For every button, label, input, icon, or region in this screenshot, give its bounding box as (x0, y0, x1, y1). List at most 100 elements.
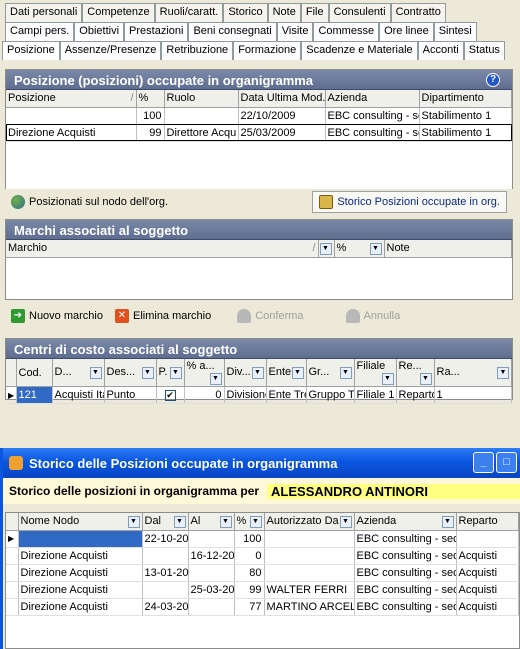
history-label: Storico delle posizioni in organigramma … (9, 484, 260, 498)
tab-formazione[interactable]: Formazione (233, 41, 302, 60)
filter-dropdown-icon[interactable]: ▼ (369, 242, 382, 255)
col-filiale[interactable]: Filiale ▼ (354, 359, 397, 387)
maximize-icon[interactable]: □ (496, 452, 517, 473)
tab-posizione[interactable]: Posizione (2, 41, 60, 60)
confirm-button[interactable]: Conferma (231, 307, 309, 325)
table-row[interactable]: Direzione Acquisti 13-01-20 80 EBC consu… (6, 564, 519, 582)
col-cod[interactable]: Cod. (16, 359, 53, 387)
table-row[interactable]: ▶ 121 Acquisti Ita Punto ✔ 0 Divisione E… (6, 386, 512, 404)
filter-dropdown-icon[interactable]: ▼ (249, 515, 262, 528)
tab-commesse[interactable]: Commesse (313, 22, 380, 41)
tab-campi-pers[interactable]: Campi pers. (5, 22, 75, 41)
filter-dropdown-icon[interactable]: ▼ (441, 515, 454, 528)
col-note[interactable]: Note (384, 240, 512, 258)
col-div[interactable]: Div... ▼ (224, 359, 267, 387)
table-row[interactable]: Direzione Acquisti 24-03-20 77 MARTINO A… (6, 598, 519, 616)
filter-dropdown-icon[interactable]: ▼ (319, 242, 332, 255)
col-ra[interactable]: Ra... ▼ (434, 359, 512, 387)
col-hist-percent[interactable]: % ▼ (234, 513, 265, 531)
col-d[interactable]: D... ▼ (52, 359, 105, 387)
filter-dropdown-icon[interactable]: ▼ (339, 367, 352, 379)
new-brand-button[interactable]: ➜ Nuovo marchio (5, 307, 109, 325)
filter-dropdown-icon[interactable]: ▼ (339, 515, 352, 528)
tab-file[interactable]: File (300, 3, 329, 22)
col-percent[interactable]: % (136, 90, 165, 108)
tab-scadenze-e-materiale[interactable]: Scadenze e Materiale (301, 41, 418, 60)
filter-dropdown-icon[interactable]: ▼ (209, 373, 222, 385)
history-window-titlebar[interactable]: Storico delle Posizioni occupate in orga… (3, 448, 520, 478)
tab-sintesi[interactable]: Sintesi (433, 22, 477, 41)
table-row[interactable]: Direzione Acquisti 16-12-20 0 EBC consul… (6, 547, 519, 565)
col-ente[interactable]: Ente ▼ (266, 359, 307, 387)
col-ruolo[interactable]: Ruolo (164, 90, 239, 108)
position-node-button[interactable]: Posizionati sul nodo dell'org. (5, 193, 174, 211)
tab-beni-consegnati[interactable]: Beni consegnati (188, 22, 277, 41)
col-marchio[interactable]: Marchio / (6, 240, 319, 258)
col-dal[interactable]: Dal ▼ (142, 513, 189, 531)
tab-prestazioni[interactable]: Prestazioni (124, 22, 189, 41)
tab-retribuzione[interactable]: Retribuzione (161, 41, 234, 60)
person-name: ALESSANDRO ANTINORI (267, 483, 520, 499)
table-row-selected[interactable]: Direzione Acquisti 99 Direttore Acqu 25/… (6, 124, 512, 142)
tab-competenze[interactable]: Competenze (82, 3, 155, 22)
table-row[interactable]: 100 22/10/2009 EBC consulting - se Stabi… (6, 107, 512, 125)
checkbox[interactable]: ✔ (156, 386, 185, 404)
cancel-button[interactable]: Annulla (340, 307, 407, 325)
col-p[interactable]: P. ▼ (156, 359, 185, 387)
col-gr[interactable]: Gr... ▼ (306, 359, 355, 387)
tab-ruoli-caratt[interactable]: Ruoli/caratt. (154, 3, 224, 22)
col-hist-azienda[interactable]: Azienda ▼ (354, 513, 457, 531)
tab-contratto[interactable]: Contratto (390, 3, 446, 22)
history-positions-button[interactable]: Storico Posizioni occupate in org. (312, 191, 507, 213)
col-nome-nodo[interactable]: Nome Nodo ▼ (18, 513, 143, 531)
filter-dropdown-icon[interactable]: ▼ (381, 373, 394, 385)
col-des[interactable]: Des... ▼ (104, 359, 157, 387)
user-icon (237, 309, 252, 323)
tab-row-3: Posizione Assenze/Presenze Retribuzione For… (2, 41, 505, 60)
filter-dropdown-icon[interactable]: ▼ (251, 367, 264, 379)
history-header-bar: Storico delle posizioni in organigramma … (3, 478, 520, 504)
filter-dropdown-icon[interactable]: ▼ (497, 367, 509, 379)
tab-storico[interactable]: Storico (223, 3, 268, 22)
table-row[interactable]: Direzione Acquisti 25-03-20 99 WALTER FE… (6, 581, 519, 599)
filter-dropdown-icon[interactable]: ▼ (419, 373, 432, 385)
tab-status[interactable]: Status (463, 41, 505, 60)
arrow-right-icon: ➜ (11, 309, 25, 323)
col-posizione[interactable]: Posizione / (6, 90, 137, 108)
tab-visite[interactable]: Visite (276, 22, 314, 41)
tab-consulenti[interactable]: Consulenti (328, 3, 391, 22)
table-row[interactable]: ▶ 22-10-20 100 EBC consulting - sede (6, 530, 519, 548)
minimize-icon[interactable]: _ (473, 452, 494, 473)
col-reparto[interactable]: Reparto (456, 513, 519, 531)
filter-dropdown-icon[interactable]: ▼ (169, 367, 182, 379)
col-autorizzato[interactable]: Autorizzato Da ▼ (264, 513, 355, 531)
col-marchio-filter[interactable]: ▼ (318, 240, 335, 258)
filter-dropdown-icon[interactable]: ▼ (219, 515, 232, 528)
delete-brand-button[interactable]: ✕ Elimina marchio (109, 307, 217, 325)
filter-dropdown-icon[interactable]: ▼ (127, 515, 140, 528)
brands-toolbar: ➜ Nuovo marchio ✕ Elimina marchio Confer… (5, 303, 513, 329)
col-re[interactable]: Re... ▼ (396, 359, 435, 387)
costcenters-panel-header: Centri di costo associati al soggetto (6, 339, 512, 359)
tab-acconti[interactable]: Acconti (417, 41, 464, 60)
tab-obiettivi[interactable]: Obiettivi (74, 22, 125, 41)
row-indicator: ▶ (6, 530, 19, 548)
col-data-mod[interactable]: Data Ultima Mod. (238, 90, 326, 108)
row-indicator: ▶ (6, 386, 17, 404)
tab-assenze-presenze[interactable]: Assenze/Presenze (59, 41, 162, 60)
tab-note[interactable]: Note (267, 3, 301, 22)
col-azienda[interactable]: Azienda (325, 90, 420, 108)
tab-dati-personali[interactable]: Dati personali (5, 3, 83, 22)
col-brand-percent[interactable]: % ▼ (334, 240, 385, 258)
filter-dropdown-icon[interactable]: ▼ (141, 367, 154, 379)
tab-row-1: Dati personali Competenze Ruoli/caratt. Sto… (5, 3, 446, 22)
col-dipartimento[interactable]: Dipartimento (419, 90, 512, 108)
filter-dropdown-icon[interactable]: ▼ (89, 367, 102, 379)
filter-dropdown-icon[interactable]: ▼ (291, 367, 304, 379)
filter-dropdown-icon[interactable]: ▼ (173, 515, 186, 528)
tab-ore-linee[interactable]: Ore linee (379, 22, 434, 41)
question-icon[interactable]: ? (486, 73, 500, 87)
brands-grid: Marchio / ▼ % ▼ Note (6, 240, 512, 258)
col-al[interactable]: Al ▼ (188, 513, 235, 531)
col-perc[interactable]: % a... ▼ (184, 359, 225, 387)
